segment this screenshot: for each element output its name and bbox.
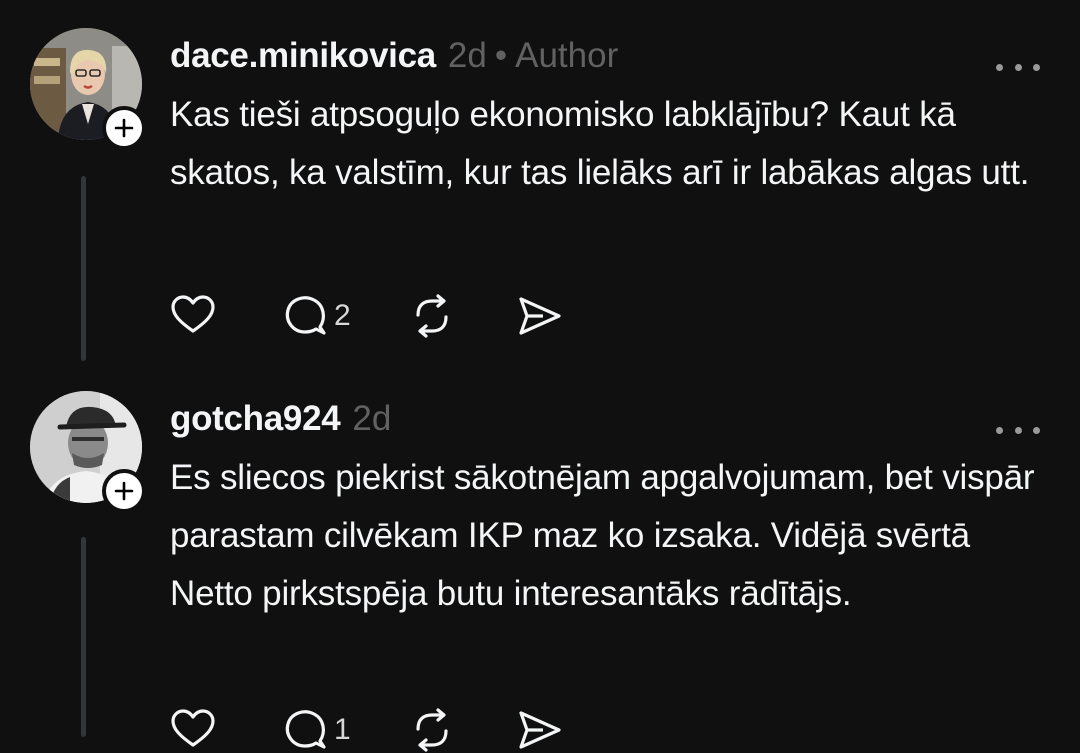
share-button[interactable] xyxy=(517,707,563,753)
reply-count: 2 xyxy=(334,299,351,332)
post-text: Es sliecos piekrist sākotnējam apgalvoju… xyxy=(170,458,1035,613)
username[interactable]: gotcha924 xyxy=(170,399,341,439)
post-text: Kas tieši atpsoguļo ekonomisko labklājīb… xyxy=(170,95,1030,192)
like-button[interactable] xyxy=(170,707,216,753)
comment-icon xyxy=(285,710,326,749)
repost-button[interactable] xyxy=(409,293,455,339)
more-icon[interactable] xyxy=(996,60,1040,74)
share-button[interactable] xyxy=(517,293,563,339)
post: gotcha924 2d Es sliecos piekrist sākotnē… xyxy=(0,391,1080,752)
post-header: gotcha924 2d xyxy=(170,399,391,439)
thread-line xyxy=(81,537,86,737)
timestamp: 2d xyxy=(447,36,487,75)
timestamp: 2d xyxy=(352,399,392,438)
post-header: dace.minikovica 2d • Author xyxy=(170,36,618,76)
like-button[interactable] xyxy=(170,293,216,339)
follow-button[interactable] xyxy=(102,469,146,513)
reply-count: 1 xyxy=(334,713,351,746)
plus-icon xyxy=(114,118,134,138)
repost-icon xyxy=(416,708,448,752)
comment-button[interactable]: 2 xyxy=(282,293,351,339)
username[interactable]: dace.minikovica xyxy=(170,36,436,76)
heart-icon xyxy=(171,709,215,747)
action-bar: 1 xyxy=(170,707,563,753)
comment-button[interactable]: 1 xyxy=(282,707,351,753)
thread-line xyxy=(81,176,86,361)
plus-icon xyxy=(114,481,134,501)
separator: • xyxy=(494,36,508,75)
comment-icon xyxy=(285,296,326,335)
action-bar: 2 xyxy=(170,293,563,339)
repost-button[interactable] xyxy=(409,707,455,753)
follow-button[interactable] xyxy=(102,106,146,150)
share-icon xyxy=(519,711,561,749)
share-icon xyxy=(519,297,561,335)
repost-icon xyxy=(416,294,448,338)
post: dace.minikovica 2d • Author Kas tieši at… xyxy=(0,28,1080,368)
author-tag: Author xyxy=(515,36,619,75)
more-icon[interactable] xyxy=(996,423,1040,437)
heart-icon xyxy=(171,295,215,333)
